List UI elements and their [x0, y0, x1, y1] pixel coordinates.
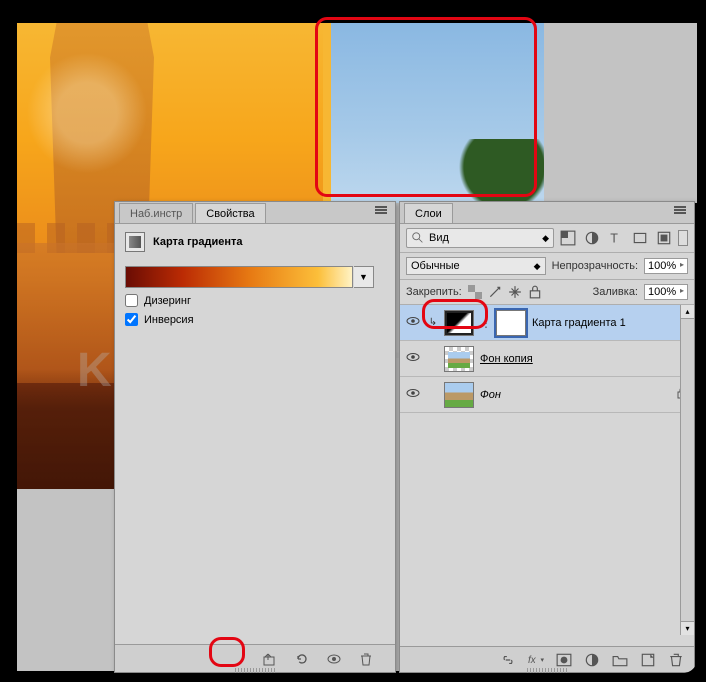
- blend-mode-value: Обычные: [411, 260, 460, 272]
- lock-transparency-icon[interactable]: [468, 285, 482, 299]
- fill-label: Заливка:: [593, 286, 638, 298]
- layer-list: ↳ ⋮ Карта градиента 1 Фон копия Фон: [400, 305, 694, 635]
- filter-type-icon[interactable]: T: [608, 231, 624, 245]
- clip-to-layer-icon[interactable]: [261, 651, 279, 667]
- scroll-down-button[interactable]: ▾: [681, 621, 694, 635]
- layer-row-gradientmap[interactable]: ↳ ⋮ Карта градиента 1: [400, 305, 694, 341]
- layer-row-bgcopy[interactable]: Фон копия: [400, 341, 694, 377]
- layer-filter-select[interactable]: Вид ◆: [406, 228, 554, 248]
- layer-filter-row: Вид ◆ T: [400, 224, 694, 253]
- lock-fill-row: Закрепить: Заливка: 100%▸: [400, 280, 694, 305]
- tab-properties[interactable]: Свойства: [195, 203, 265, 223]
- filter-shape-icon[interactable]: [632, 231, 648, 245]
- svg-text:fx: fx: [528, 655, 537, 666]
- visibility-toggle[interactable]: [404, 350, 422, 367]
- blend-mode-select[interactable]: Обычные ◆: [406, 257, 546, 275]
- tab-toolpresets[interactable]: Наб.инстр: [119, 203, 193, 223]
- add-mask-icon[interactable]: [556, 652, 572, 668]
- layers-scrollbar[interactable]: ▴ ▾: [680, 305, 694, 635]
- fill-input[interactable]: 100%▸: [644, 284, 688, 300]
- screenshot-frame: KAK-SDELAT-VSE Наб.инстр Свойства Карта …: [9, 9, 697, 673]
- filter-kind-icons: T: [558, 231, 674, 245]
- reverse-row[interactable]: Инверсия: [125, 313, 385, 326]
- visibility-toggle[interactable]: [404, 314, 422, 331]
- properties-panel: Наб.инстр Свойства Карта градиента ▼ Диз…: [114, 201, 396, 673]
- tint-edge: [323, 23, 333, 203]
- link-layers-icon[interactable]: [500, 652, 516, 668]
- previous-state-icon[interactable]: [293, 651, 311, 667]
- clip-indicator-icon: ↳: [428, 317, 438, 328]
- lock-label: Закрепить:: [406, 286, 462, 298]
- gradient-preview[interactable]: ▼: [125, 266, 353, 288]
- lock-position-icon[interactable]: [508, 285, 522, 299]
- workspace: KAK-SDELAT-VSE Наб.инстр Свойства Карта …: [17, 23, 689, 671]
- layer-thumbnail[interactable]: [444, 382, 474, 408]
- svg-text:T: T: [610, 232, 618, 246]
- new-adjustment-icon[interactable]: [584, 652, 600, 668]
- panel-resize-grip[interactable]: [235, 668, 275, 673]
- filter-pixel-icon[interactable]: [560, 231, 576, 245]
- dither-label: Дизеринг: [144, 295, 191, 307]
- filter-toggle-switch[interactable]: [678, 230, 688, 246]
- properties-header: Карта градиента: [115, 224, 395, 260]
- tree-shape: [454, 139, 554, 209]
- panel-menu-icon[interactable]: [375, 206, 391, 218]
- filter-label: Вид: [429, 232, 449, 244]
- visibility-toggle[interactable]: [404, 386, 422, 403]
- trash-icon[interactable]: [357, 651, 375, 667]
- pasteboard: [544, 23, 697, 203]
- gradient-map-icon: [125, 232, 145, 252]
- layer-name[interactable]: Фон копия: [480, 353, 690, 365]
- layers-panel: Слои Вид ◆ T: [399, 201, 695, 673]
- new-layer-icon[interactable]: [640, 652, 656, 668]
- opacity-input[interactable]: 100%▸: [644, 258, 688, 274]
- gradient-dropdown-button[interactable]: ▼: [354, 266, 374, 288]
- reverse-checkbox[interactable]: [125, 313, 138, 326]
- filter-adjustment-icon[interactable]: [584, 231, 600, 245]
- properties-title: Карта градиента: [153, 236, 243, 248]
- layer-fx-icon[interactable]: fx▾: [528, 652, 544, 668]
- panel-resize-grip[interactable]: [527, 668, 567, 673]
- search-icon: [411, 231, 425, 245]
- layer-name[interactable]: Фон: [480, 389, 668, 401]
- dither-checkbox[interactable]: [125, 294, 138, 307]
- layer-mask-thumbnail[interactable]: [496, 310, 526, 336]
- scroll-up-button[interactable]: ▴: [681, 305, 694, 319]
- layers-tabs: Слои: [400, 202, 694, 224]
- tab-layers[interactable]: Слои: [404, 203, 453, 223]
- filter-smartobject-icon[interactable]: [656, 231, 672, 245]
- lock-all-icon[interactable]: [528, 285, 542, 299]
- layer-thumbnail[interactable]: [444, 346, 474, 372]
- adjustment-thumbnail[interactable]: [444, 310, 474, 336]
- visibility-icon[interactable]: [325, 651, 343, 667]
- blend-opacity-row: Обычные ◆ Непрозрачность: 100%▸: [400, 253, 694, 280]
- properties-tabs: Наб.инстр Свойства: [115, 202, 395, 224]
- layers-panel-menu-icon[interactable]: [674, 206, 690, 218]
- mask-link-icon[interactable]: ⋮: [480, 316, 490, 330]
- dither-row[interactable]: Дизеринг: [125, 294, 385, 307]
- canvas-image-original-region: [323, 23, 544, 203]
- opacity-label: Непрозрачность:: [552, 260, 638, 272]
- lock-pixels-icon[interactable]: [488, 285, 502, 299]
- layer-name[interactable]: Карта градиента 1: [532, 317, 690, 329]
- layer-row-bg[interactable]: Фон: [400, 377, 694, 413]
- delete-layer-icon[interactable]: [668, 652, 684, 668]
- new-group-icon[interactable]: [612, 652, 628, 668]
- reverse-label: Инверсия: [144, 314, 194, 326]
- lock-icons-group: [468, 285, 542, 299]
